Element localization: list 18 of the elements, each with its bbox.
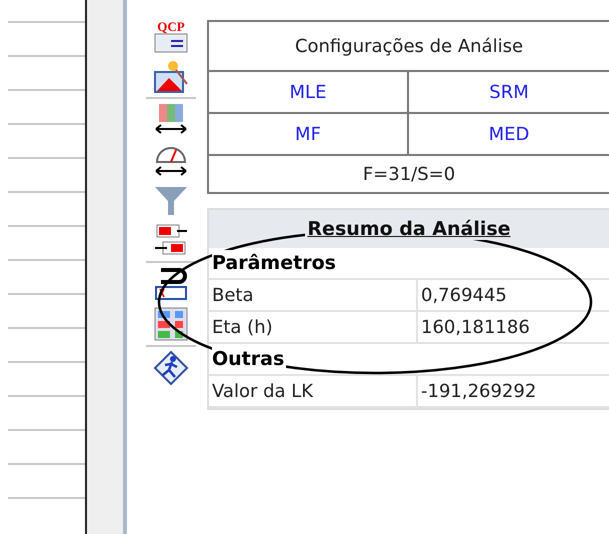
label-cell-text: Valor da LK [211, 380, 314, 404]
method-option[interactable]: MED [409, 114, 609, 156]
method-option[interactable]: MF [209, 114, 409, 156]
label-cell-text: Beta [211, 284, 255, 308]
method-option[interactable]: MLE [209, 72, 409, 114]
method-option[interactable]: SRM [409, 72, 609, 114]
image-wand-icon [153, 58, 189, 94]
splitter-bar[interactable] [87, 0, 127, 534]
magnet-bar-icon [153, 266, 189, 302]
label-cell-text: Eta (h) [211, 316, 274, 340]
value-cell: -191,269292 [416, 376, 609, 406]
panel-title: Configurações de Análise [209, 22, 609, 72]
failure-count: F=31/S=0 [362, 162, 456, 186]
runner-sign-icon [153, 350, 189, 386]
value-cell: 0,769445 [416, 280, 609, 310]
summary-title: Resumo da Análise [305, 218, 513, 240]
table-icon [153, 306, 189, 342]
value-cell: 160,181186 [416, 312, 609, 342]
